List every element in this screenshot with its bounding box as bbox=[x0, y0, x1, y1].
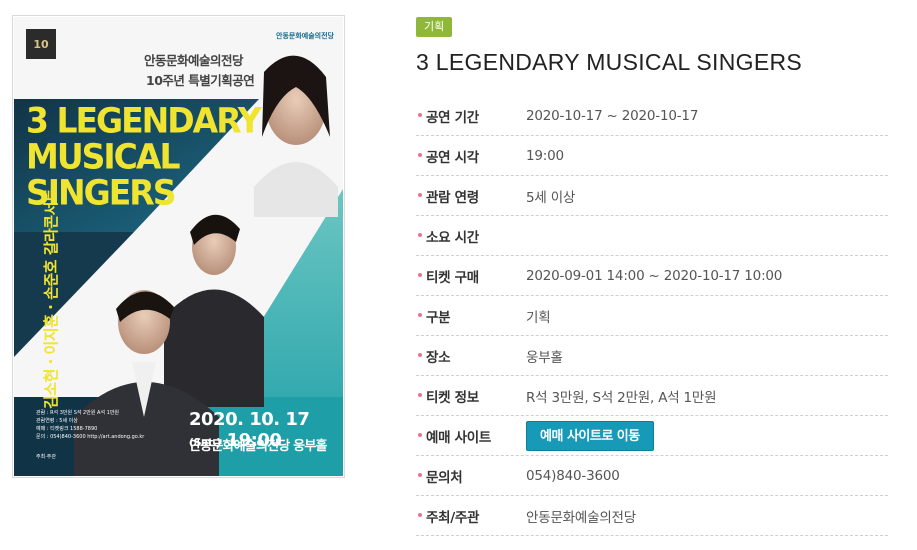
info-value: 기획 bbox=[526, 309, 551, 326]
info-label: 주최/주관 bbox=[416, 506, 526, 526]
poster-cast-text: 김소현 · 이지훈 · 손준호 갈라콘서트 bbox=[42, 188, 60, 409]
poster-date-value: 2020. 10. 17 bbox=[189, 409, 310, 430]
poster-title-line-2: MUSICAL bbox=[26, 136, 180, 177]
poster-title-line-1: 3 LEGENDARY bbox=[26, 100, 262, 141]
info-row-contact: 문의처 054)840-3600 bbox=[416, 456, 888, 496]
info-label: 장소 bbox=[416, 346, 526, 366]
poster-venue: 안동문화예술의전당 웅부홀 bbox=[189, 439, 327, 454]
info-row-venue: 장소 웅부홀 bbox=[416, 336, 888, 376]
info-row-ticket-info: 티켓 정보 R석 3만원, S석 2만원, A석 1만원 bbox=[416, 376, 888, 416]
info-value: 안동문화예술의전당 bbox=[526, 509, 636, 526]
info-label: 티켓 정보 bbox=[416, 386, 526, 406]
info-value: 5세 이상 bbox=[526, 189, 576, 206]
event-title: 3 LEGENDARY MUSICAL SINGERS bbox=[416, 49, 803, 75]
info-label: 공연 시각 bbox=[416, 146, 526, 166]
info-label: 관람 연령 bbox=[416, 186, 526, 206]
poster-small-info-3: 예매 : 티켓링크 1588-7890 bbox=[36, 426, 98, 432]
poster-host-label: 주최·주관 bbox=[36, 454, 56, 460]
poster-brand-logo: 안동문화예술의전당 bbox=[276, 32, 334, 40]
info-value: 예매 사이트로 이동 bbox=[526, 420, 654, 451]
info-value: 054)840-3600 bbox=[526, 467, 620, 484]
info-row-age: 관람 연령 5세 이상 bbox=[416, 176, 888, 216]
info-row-duration: 소요 시간 bbox=[416, 216, 888, 256]
info-row-booking-site: 예매 사이트 예매 사이트로 이동 bbox=[416, 416, 888, 456]
info-value: 2020-10-17 ~ 2020-10-17 bbox=[526, 107, 699, 124]
info-row-ticket-sale: 티켓 구매 2020-09-01 14:00 ~ 2020-10-17 10:0… bbox=[416, 256, 888, 296]
poster-artwork: 10 안동문화예술의전당 안동문화예술의전당 10주년 특별기획공연 3 LEG… bbox=[14, 17, 343, 476]
info-value: 19:00 bbox=[526, 147, 564, 164]
info-value: 2020-09-01 14:00 ~ 2020-10-17 10:00 bbox=[526, 267, 783, 284]
booking-site-button[interactable]: 예매 사이트로 이동 bbox=[526, 420, 654, 451]
poster-subtitle-1: 안동문화예술의전당 bbox=[144, 53, 244, 68]
poster-small-info-1: 관람 : R석 3만원 S석 2만원 A석 1만원 bbox=[36, 410, 120, 416]
poster-small-info-4: 문의 : 054)840-3600 http://art.andong.go.k… bbox=[36, 434, 145, 440]
info-label: 예매 사이트 bbox=[416, 426, 526, 446]
info-row-host: 주최/주관 안동문화예술의전당 bbox=[416, 496, 888, 536]
info-row-type: 구분 기획 bbox=[416, 296, 888, 336]
event-info-list: 공연 기간 2020-10-17 ~ 2020-10-17 공연 시각 19:0… bbox=[416, 96, 888, 536]
info-label: 티켓 구매 bbox=[416, 266, 526, 286]
info-label: 소요 시간 bbox=[416, 226, 526, 246]
info-label: 공연 기간 bbox=[416, 106, 526, 126]
info-value: 웅부홀 bbox=[526, 349, 563, 366]
info-row-period: 공연 기간 2020-10-17 ~ 2020-10-17 bbox=[416, 96, 888, 136]
info-value: R석 3만원, S석 2만원, A석 1만원 bbox=[526, 389, 717, 406]
info-row-time: 공연 시각 19:00 bbox=[416, 136, 888, 176]
info-label: 구분 bbox=[416, 306, 526, 326]
poster-image: 10 안동문화예술의전당 안동문화예술의전당 10주년 특별기획공연 3 LEG… bbox=[12, 15, 345, 478]
poster-subtitle-2: 10주년 특별기획공연 bbox=[146, 73, 255, 88]
info-label: 문의처 bbox=[416, 466, 526, 486]
category-badge: 기획 bbox=[416, 17, 453, 37]
poster-small-info-2: 관람연령 : 5세 이상 bbox=[36, 418, 78, 424]
poster-logo: 10 bbox=[26, 29, 56, 59]
